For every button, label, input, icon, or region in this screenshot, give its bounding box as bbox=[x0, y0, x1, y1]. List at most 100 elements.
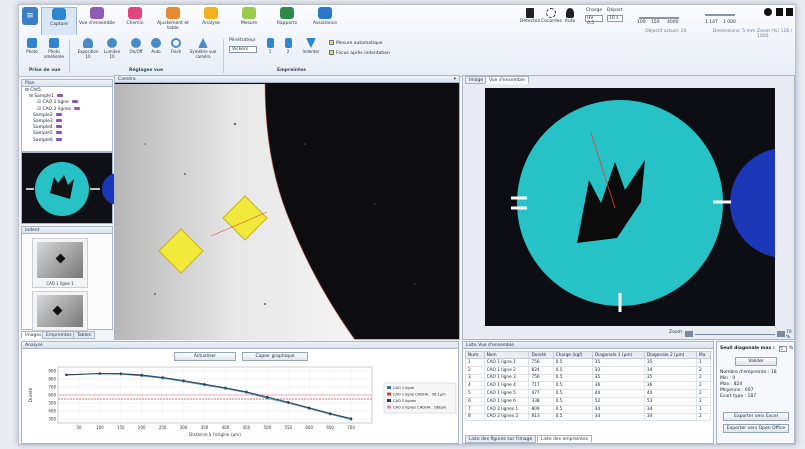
analysis-title: Analyse bbox=[22, 342, 458, 349]
table-cell: 1 bbox=[696, 404, 711, 414]
thumb-2[interactable] bbox=[32, 291, 88, 331]
ribbon-tab-2[interactable]: Vue d'ensemble bbox=[79, 7, 115, 35]
data-point bbox=[203, 383, 206, 386]
ribbon-tab-5[interactable]: Analyse bbox=[193, 7, 229, 35]
table-row[interactable]: 8 CAO 2 lignes 2 813 0.5 34 34 2 bbox=[465, 412, 711, 422]
column-header[interactable]: Charge (kgf) bbox=[552, 351, 593, 359]
photo-plus-button[interactable]: Photo améliorée bbox=[43, 38, 65, 64]
overview-viewport[interactable] bbox=[485, 88, 795, 326]
indenter-button[interactable]: Indenter bbox=[299, 38, 323, 64]
column-header[interactable]: Num bbox=[465, 351, 485, 359]
tab-icon bbox=[204, 7, 218, 19]
penetrator-label: Pénétrateur bbox=[229, 38, 256, 43]
color-swatch bbox=[55, 137, 62, 141]
close-icon[interactable]: ▾ bbox=[454, 76, 456, 83]
data-point bbox=[308, 406, 311, 409]
auto-label: Auto bbox=[564, 19, 576, 24]
table-cell: CAO 1 ligne 6 bbox=[483, 396, 530, 406]
auto-button[interactable]: Auto bbox=[145, 38, 167, 64]
dims-tick-1: 1 147 bbox=[705, 20, 718, 25]
table-cell: 44 bbox=[591, 389, 645, 398]
ribbon-tab-4[interactable]: Ajustement et table bbox=[155, 7, 191, 35]
zoom-track[interactable] bbox=[695, 334, 775, 335]
table-row[interactable]: 4 CAO 1 ligne 4 717 0.5 36 36 2 bbox=[465, 381, 711, 391]
check-focus[interactable]: Focus après indentation bbox=[329, 50, 390, 56]
camera-plus-icon bbox=[49, 38, 59, 48]
cocarde-label: Cocardes bbox=[541, 19, 562, 24]
update-button[interactable]: Actualiser bbox=[174, 352, 236, 361]
tab-image[interactable]: Image bbox=[465, 76, 488, 84]
tab-tables[interactable]: Tables bbox=[73, 331, 95, 339]
sample-tree: ⊟ Cht5 ⊟ Sample1 ☑ CAO 1 ligne ☑ CAO 2 l… bbox=[25, 88, 81, 144]
auto-tool[interactable]: Auto bbox=[562, 8, 578, 24]
depart-select[interactable]: 10 s bbox=[607, 15, 623, 22]
mini-overview[interactable] bbox=[21, 152, 134, 224]
table-row[interactable]: 7 CAO 2 lignes 1 809 0.5 34 34 1 bbox=[465, 404, 711, 414]
checkbox[interactable] bbox=[329, 50, 334, 55]
table-row[interactable]: 6 CAO 1 ligne 6 338 0.5 52 53 2 bbox=[465, 396, 711, 406]
checkbox[interactable] bbox=[329, 40, 334, 45]
print-icon[interactable] bbox=[786, 8, 793, 16]
export-office-button[interactable]: Exporter vers Open Office bbox=[723, 424, 789, 433]
exposure-button[interactable]: Exposition 10 bbox=[77, 38, 99, 64]
column-header[interactable]: Dureté bbox=[528, 351, 554, 359]
light-button[interactable]: Lumière 10 bbox=[101, 38, 123, 64]
threshold-input[interactable]: 5 bbox=[779, 346, 787, 352]
ribbon-tab-3[interactable]: Chemin bbox=[117, 7, 153, 35]
table-row[interactable]: 2 CAO 1 ligne 2 824 0.5 33 34 2 bbox=[465, 365, 711, 375]
analysis-panel: Analyse Actualiser Copier graphique 300 4… bbox=[21, 341, 459, 444]
tab-icon bbox=[52, 8, 66, 20]
save-icon[interactable] bbox=[776, 8, 783, 16]
ribbon-tab-8[interactable]: Assistance bbox=[307, 7, 343, 35]
x-tick-label: 300 bbox=[180, 425, 188, 430]
legend-swatch bbox=[387, 392, 391, 396]
auto-label-2: Auto bbox=[151, 49, 161, 54]
tab-empreintes[interactable]: Empreintes bbox=[42, 331, 76, 339]
zoom-plus[interactable] bbox=[777, 331, 785, 337]
column-header[interactable]: Nom bbox=[483, 351, 530, 359]
tab-figures[interactable]: Liste des figures sur l'image bbox=[465, 435, 537, 443]
camera-panel[interactable]: Caméra ▾ bbox=[114, 75, 460, 340]
table-row[interactable]: 1 CAO 1 ligne 1 756 0.5 35 35 1 bbox=[465, 358, 711, 367]
table-row[interactable]: 5 CAO 1 ligne 5 477 0.5 44 44 2 bbox=[465, 389, 711, 398]
data-point bbox=[245, 390, 248, 393]
column-header[interactable]: Diagonale 1 (µm) bbox=[591, 351, 645, 359]
charge-select[interactable]: HV 0.5 bbox=[585, 15, 603, 26]
zoom-minus[interactable] bbox=[685, 331, 693, 337]
penetrator-select[interactable]: Vickers bbox=[229, 46, 257, 53]
symmetry-button[interactable]: Symétrie vue caméra bbox=[187, 38, 219, 64]
tab-overview[interactable]: Vue d'ensemble bbox=[485, 76, 529, 84]
ribbon-tab-7[interactable]: Rapports bbox=[269, 7, 305, 35]
column-header[interactable]: Diagonale 2 (µm) bbox=[643, 351, 698, 359]
indent-1-button[interactable]: 1 bbox=[263, 38, 277, 64]
table-cell: 35 bbox=[591, 373, 645, 383]
thumb-1[interactable]: CAO 1 ligne 1 bbox=[32, 238, 88, 288]
photo-button[interactable]: Photo bbox=[21, 38, 43, 64]
detect-tool[interactable]: Détectez bbox=[519, 8, 541, 24]
tree-root-label: Cht5 bbox=[30, 88, 41, 93]
threshold-panel: Seuil diagonale max : 5 % Valider Nombre… bbox=[716, 341, 795, 444]
x-tick-label: 200 bbox=[138, 425, 146, 430]
indent-2-button[interactable]: 2 bbox=[281, 38, 295, 64]
table-cell: 35 bbox=[643, 358, 698, 367]
table-cell: 7 bbox=[465, 404, 485, 414]
apply-button[interactable]: Valider bbox=[735, 357, 777, 366]
flash-button[interactable]: Flash bbox=[165, 38, 187, 64]
export-excel-button[interactable]: Exporter vers Excel bbox=[723, 412, 789, 421]
record-icon[interactable] bbox=[764, 8, 772, 16]
onoff-button[interactable]: On/Off bbox=[125, 38, 147, 64]
dims-slider[interactable] bbox=[705, 14, 735, 16]
data-point bbox=[161, 376, 164, 379]
ribbon-tab-1[interactable]: Capture bbox=[41, 7, 77, 35]
app-menu-button[interactable]: ≡ bbox=[22, 7, 38, 25]
check-auto-measure[interactable]: Mesure automatique bbox=[329, 40, 383, 46]
ribbon-tab-6[interactable]: Mesure bbox=[231, 7, 267, 35]
tab-indent-list[interactable]: Liste des empreintes bbox=[537, 435, 592, 443]
cocarde-tool[interactable]: Cocardes bbox=[541, 8, 562, 24]
column-header[interactable]: Ma bbox=[696, 351, 711, 359]
copy-chart-button[interactable]: Copier graphique bbox=[242, 352, 308, 361]
table-row[interactable]: 3 CAO 1 ligne 3 756 0.5 35 35 2 bbox=[465, 373, 711, 383]
symmetry-icon bbox=[198, 38, 208, 48]
tree-sample-6[interactable]: Sample6 bbox=[25, 137, 80, 144]
zoom-slider[interactable] bbox=[639, 17, 679, 19]
